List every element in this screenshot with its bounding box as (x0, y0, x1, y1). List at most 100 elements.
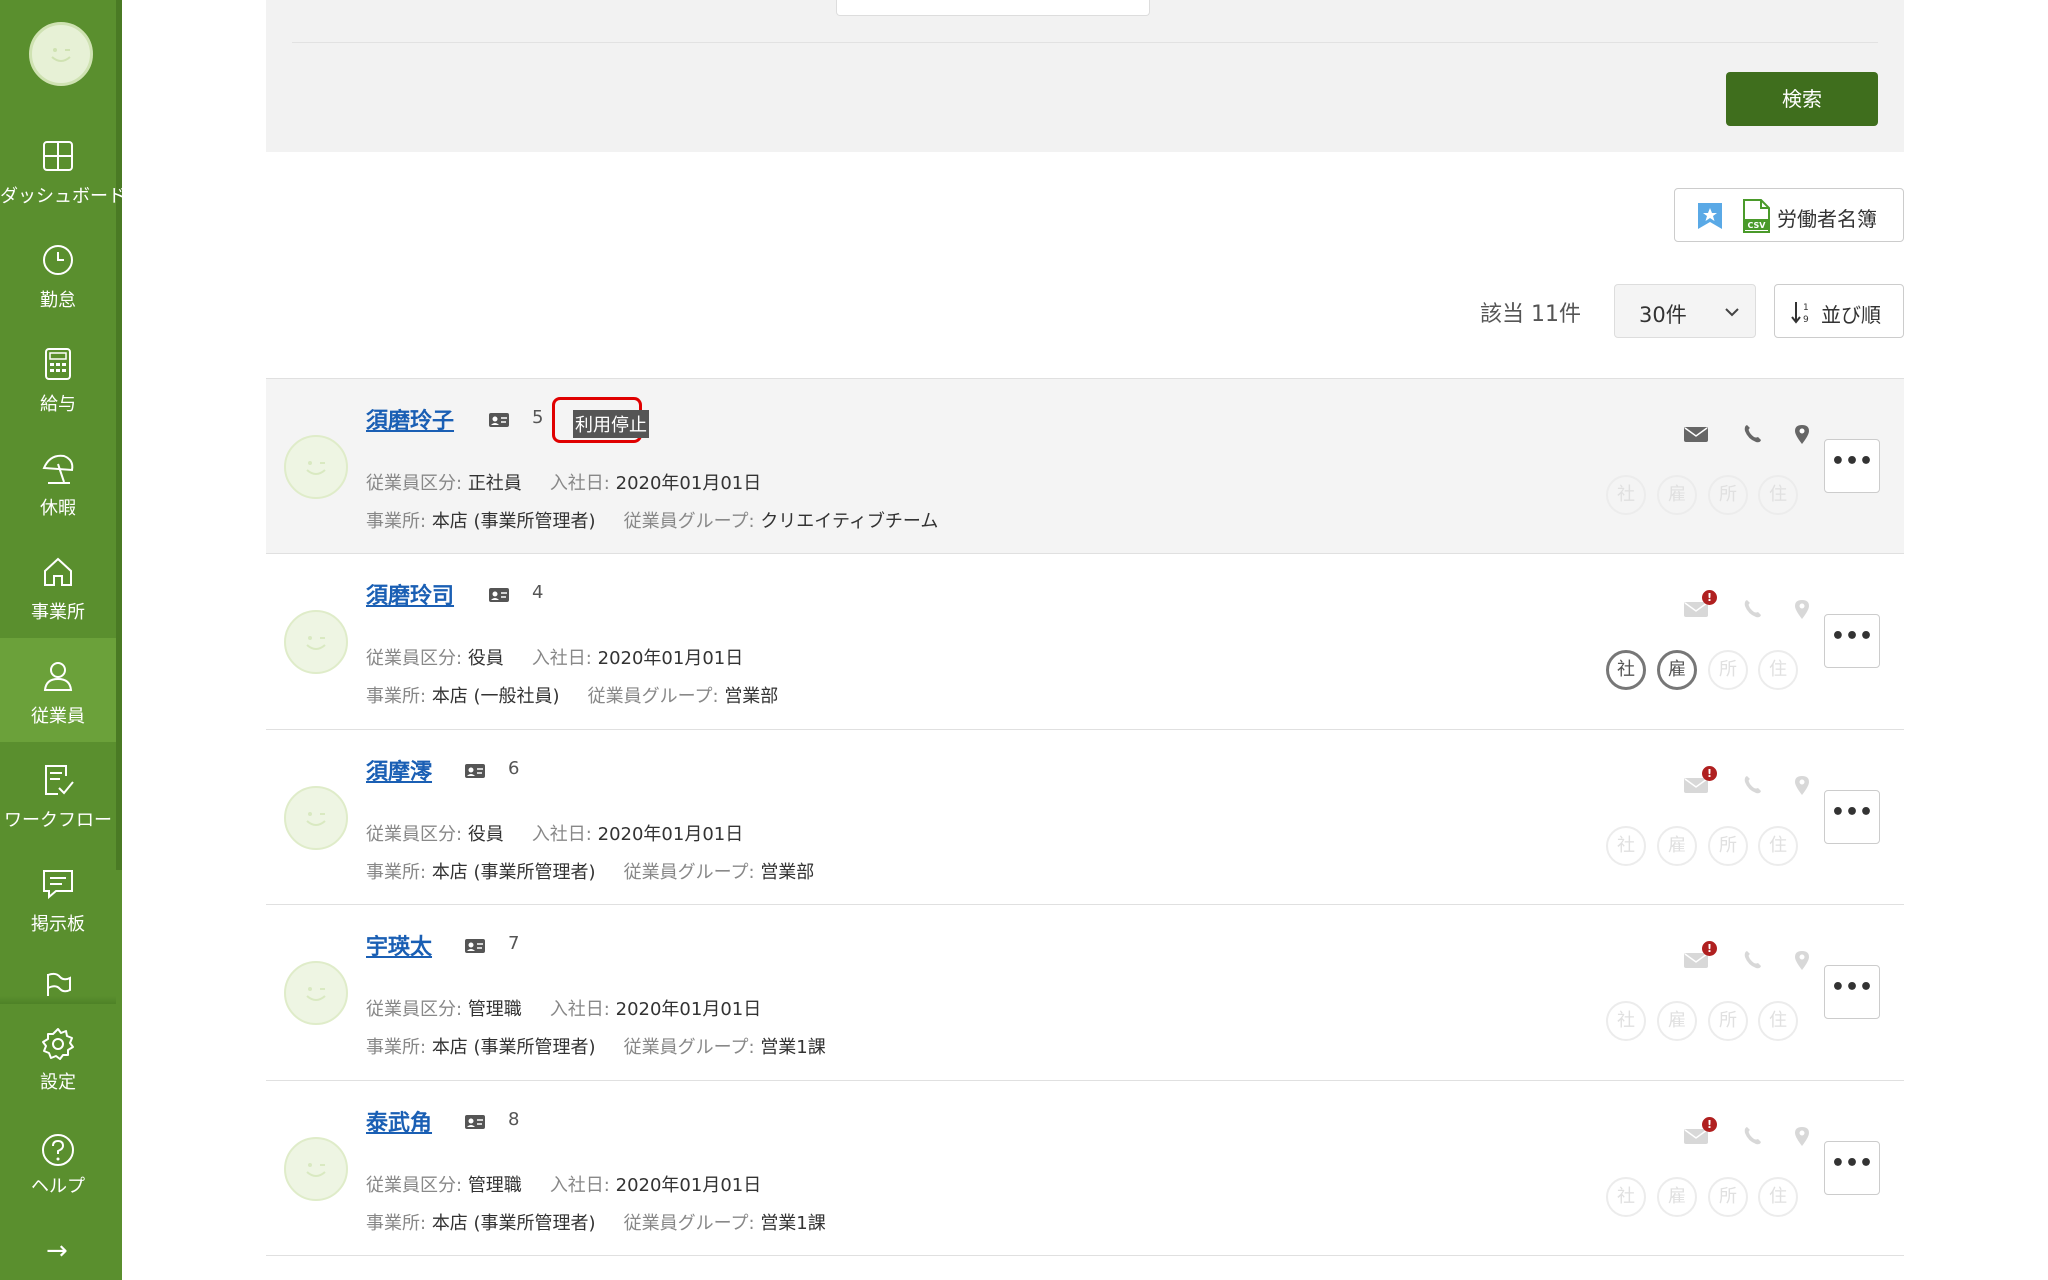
svg-text:9: 9 (1803, 315, 1809, 325)
sidebar-item-dashboard[interactable]: ダッシュボード (0, 118, 126, 222)
search-button[interactable]: 検索 (1726, 72, 1878, 126)
chip-resident-tax[interactable]: 住 (1758, 1177, 1798, 1217)
info-line-office-group: 事業所: 本店 (事業所管理者) 従業員グループ: 営業部 (366, 862, 815, 883)
sidebar-expand-arrow-icon[interactable]: → (46, 1236, 68, 1266)
employee-name-link[interactable]: 宇瑛太 (366, 929, 432, 961)
id-card-icon (489, 588, 509, 602)
phone-icon[interactable] (1740, 423, 1768, 445)
chip-resident-tax[interactable]: 住 (1758, 650, 1798, 690)
chip-employment-insurance[interactable]: 雇 (1657, 1001, 1697, 1041)
info-line-office-group: 事業所: 本店 (事業所管理者) 従業員グループ: 営業1課 (366, 1213, 826, 1234)
alert-icon: ! (1702, 766, 1717, 781)
chip-social-insurance[interactable]: 社 (1606, 1001, 1646, 1041)
chip-social-insurance[interactable]: 社 (1606, 1177, 1646, 1217)
chip-employment-insurance[interactable]: 雇 (1657, 650, 1697, 690)
id-card-icon (465, 1115, 485, 1129)
chip-employment-insurance[interactable]: 雇 (1657, 475, 1697, 515)
sidebar-item-office[interactable]: 事業所 (0, 534, 116, 638)
location-pin-icon[interactable] (1788, 949, 1816, 971)
calculator-icon (45, 348, 71, 380)
chip-income-tax[interactable]: 所 (1708, 475, 1748, 515)
info-line-office-group: 事業所: 本店 (一般社員) 従業員グループ: 営業部 (366, 686, 779, 707)
sidebar-item-flag[interactable] (0, 950, 116, 996)
flag-icon (47, 972, 71, 996)
phone-icon[interactable] (1740, 1125, 1768, 1147)
chip-income-tax[interactable]: 所 (1708, 650, 1748, 690)
worker-register-button[interactable]: CSV 労働者名簿 (1674, 188, 1904, 242)
chip-social-insurance[interactable]: 社 (1606, 826, 1646, 866)
svg-text:1: 1 (1803, 303, 1809, 313)
sidebar-item-payroll[interactable]: 給与 (0, 326, 116, 430)
phone-icon[interactable] (1740, 774, 1768, 796)
alert-icon: ! (1702, 941, 1717, 956)
sidebar: ダッシュボード 勤怠 給与 休暇 事業所 従業員 ワークフロー 掲示板 設定 ヘ… (0, 0, 126, 1280)
home-icon (44, 557, 72, 586)
employee-number: 7 (508, 933, 520, 954)
beach-umbrella-icon (42, 454, 74, 484)
page-size-select[interactable]: 30件 (1614, 284, 1756, 338)
sidebar-item-label: ヘルプ (31, 1176, 85, 1197)
id-card-icon (489, 413, 509, 427)
sidebar-item-workflow[interactable]: ワークフロー (0, 742, 116, 846)
chip-employment-insurance[interactable]: 雇 (1657, 1177, 1697, 1217)
more-options-button[interactable]: ••• (1824, 790, 1880, 844)
location-pin-icon[interactable] (1788, 423, 1816, 445)
avatar (284, 1137, 348, 1201)
alert-icon: ! (1702, 1117, 1717, 1132)
more-options-button[interactable]: ••• (1824, 1141, 1880, 1195)
employee-name-link[interactable]: 須磨玲子 (366, 403, 454, 435)
chip-employment-insurance[interactable]: 雇 (1657, 826, 1697, 866)
info-line-office-group: 事業所: 本店 (事業所管理者) 従業員グループ: 営業1課 (366, 1037, 826, 1058)
sidebar-item-attendance[interactable]: 勤怠 (0, 222, 116, 326)
search-field[interactable] (836, 0, 1150, 16)
chip-social-insurance[interactable]: 社 (1606, 475, 1646, 515)
phone-icon[interactable] (1740, 949, 1768, 971)
sidebar-item-label: 休暇 (40, 498, 76, 519)
more-options-button[interactable]: ••• (1824, 965, 1880, 1019)
sidebar-item-employees[interactable]: 従業員 (0, 638, 116, 742)
sidebar-item-board[interactable]: 掲示板 (0, 846, 116, 950)
chip-income-tax[interactable]: 所 (1708, 826, 1748, 866)
sort-button[interactable]: 19 並び順 (1774, 284, 1904, 338)
more-options-button[interactable]: ••• (1824, 439, 1880, 493)
phone-icon[interactable] (1740, 598, 1768, 620)
location-pin-icon[interactable] (1788, 1125, 1816, 1147)
status-badge: 利用停止 (552, 397, 649, 443)
sidebar-item-help[interactable]: ヘルプ (0, 1116, 116, 1220)
location-pin-icon[interactable] (1788, 598, 1816, 620)
page-size-value: 30件 (1639, 303, 1687, 327)
chip-social-insurance[interactable]: 社 (1606, 650, 1646, 690)
sidebar-item-label: ダッシュボード (0, 186, 126, 207)
chip-income-tax[interactable]: 所 (1708, 1177, 1748, 1217)
chip-resident-tax[interactable]: 住 (1758, 475, 1798, 515)
register-label: 労働者名簿 (1777, 207, 1877, 231)
chip-income-tax[interactable]: 所 (1708, 1001, 1748, 1041)
chip-resident-tax[interactable]: 住 (1758, 1001, 1798, 1041)
sidebar-item-label: 給与 (40, 394, 76, 415)
info-line-office-group: 事業所: 本店 (事業所管理者) 従業員グループ: クリエイティブチーム (366, 511, 939, 532)
info-line-type-date: 従業員区分: 役員 入社日: 2020年01月01日 (366, 648, 744, 669)
id-card-icon (465, 939, 485, 953)
sidebar-item-leave[interactable]: 休暇 (0, 430, 116, 534)
employee-number: 6 (508, 758, 520, 779)
employee-name-link[interactable]: 泰武角 (366, 1105, 432, 1137)
sidebar-item-settings[interactable]: 設定 (0, 1012, 116, 1116)
workflow-icon (45, 765, 74, 795)
chip-resident-tax[interactable]: 住 (1758, 826, 1798, 866)
sidebar-item-label: ワークフロー (4, 810, 112, 831)
search-panel: 検索 (266, 0, 1904, 152)
sidebar-scrollbar[interactable] (116, 0, 122, 870)
divider (292, 42, 1878, 43)
employee-name-link[interactable]: 須磨玲司 (366, 578, 454, 610)
more-options-button[interactable]: ••• (1824, 614, 1880, 668)
result-count: 該当 11件 (1480, 302, 1582, 327)
chevron-down-icon (1725, 308, 1739, 317)
csv-file-icon: CSV (1743, 199, 1770, 233)
app-logo[interactable] (29, 22, 93, 86)
location-pin-icon[interactable] (1788, 774, 1816, 796)
info-line-type-date: 従業員区分: 管理職 入社日: 2020年01月01日 (366, 1175, 762, 1196)
mail-icon[interactable] (1682, 423, 1710, 445)
employee-row: 須磨玲司 4 従業員区分: 役員 入社日: 2020年01月01日 事業所: 本店 (一… (266, 553, 1904, 729)
employee-row: 泰武角 8 従業員区分: 管理職 入社日: 2020年01月01日 事業所: 本店 (事… (266, 1080, 1904, 1256)
employee-name-link[interactable]: 須摩澪 (366, 754, 432, 786)
